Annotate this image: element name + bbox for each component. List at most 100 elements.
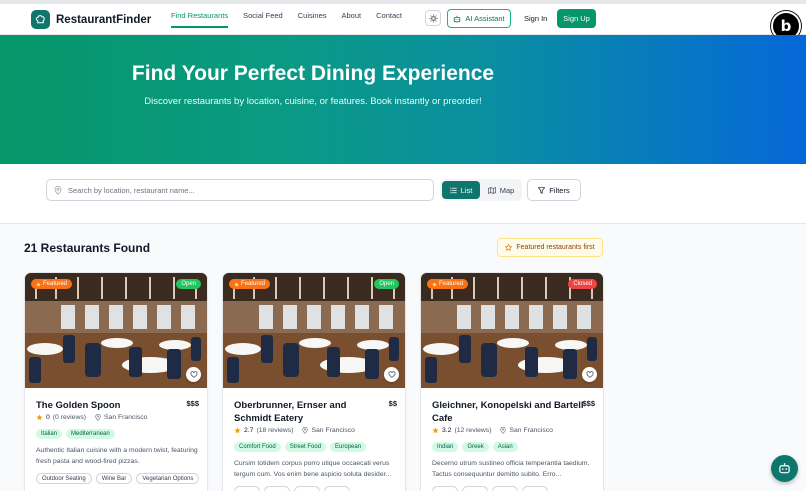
sort-note-badge: Featured restaurants first — [497, 238, 603, 257]
star-icon — [36, 281, 41, 286]
status-badge: Open — [374, 279, 399, 289]
feature-tag — [264, 486, 290, 491]
theme-toggle-button[interactable] — [425, 10, 441, 26]
location-label: San Francisco — [509, 427, 553, 434]
nav-contact[interactable]: Contact — [376, 4, 402, 28]
cuisine-tags: Italian Mediterranean — [36, 429, 115, 439]
hero-banner: Find Your Perfect Dining Experience Disc… — [0, 35, 806, 164]
sort-note-label: Featured restaurants first — [516, 244, 595, 251]
featured-label: Featured — [241, 281, 266, 287]
star-icon — [234, 427, 241, 434]
hero-subtitle: Discover restaurants by location, cuisin… — [144, 96, 482, 107]
cuisine-tag[interactable]: Comfort Food — [234, 442, 281, 452]
feature-tag — [324, 486, 350, 491]
featured-label: Featured — [43, 281, 68, 287]
chat-assistant-button[interactable] — [771, 455, 798, 482]
cuisine-tags: Indian Greek Asian — [432, 442, 518, 452]
cuisine-tag[interactable]: Mediterranean — [66, 429, 115, 439]
card-image[interactable] — [25, 273, 207, 388]
view-toggle: List Map — [440, 179, 522, 201]
map-view-button[interactable]: Map — [482, 181, 520, 199]
feature-tag — [432, 486, 458, 491]
price-level: $$$ — [186, 399, 199, 408]
map-pin-icon — [500, 427, 507, 434]
price-level: $$ — [388, 399, 397, 408]
heart-icon — [387, 371, 396, 378]
star-outline-icon — [505, 244, 513, 251]
feature-tags — [432, 486, 548, 491]
map-view-label: Map — [499, 185, 515, 195]
location-label: San Francisco — [104, 414, 148, 421]
restaurant-name[interactable]: Gleichner, Konopelski and Bartell Cafe — [432, 399, 584, 425]
price-level: $$$ — [582, 399, 595, 408]
feature-tag — [294, 486, 320, 491]
feature-tag — [462, 486, 488, 491]
map-pin-icon — [302, 427, 309, 434]
favorite-button[interactable] — [582, 367, 597, 382]
featured-badge: Featured — [31, 279, 73, 289]
bot-icon — [779, 463, 790, 474]
cuisine-tag[interactable]: Greek — [462, 442, 489, 452]
feature-tag — [522, 486, 548, 491]
featured-badge: Featured — [427, 279, 469, 289]
restaurant-photo — [223, 273, 405, 388]
star-icon — [432, 281, 437, 286]
list-view-label: List — [460, 185, 473, 195]
search-field[interactable] — [46, 179, 434, 201]
featured-badge: Featured — [229, 279, 271, 289]
restaurant-card[interactable]: Featured Closed Gleichner, Konopelski an… — [420, 272, 604, 491]
nav-about[interactable]: About — [342, 4, 362, 28]
filters-button[interactable]: Filters — [527, 179, 581, 201]
nav-cuisines[interactable]: Cuisines — [298, 4, 327, 28]
favorite-button[interactable] — [186, 367, 201, 382]
heart-icon — [585, 371, 594, 378]
restaurant-photo — [421, 273, 603, 388]
location: San Francisco — [95, 414, 147, 421]
location: San Francisco — [500, 427, 553, 434]
location-label: San Francisco — [311, 427, 355, 434]
status-badge: Open — [176, 279, 201, 289]
rating-row: 0 (0 reviews) San Francisco — [36, 414, 147, 421]
status-badge: Closed — [568, 279, 597, 289]
brand-logo[interactable]: RestaurantFinder — [31, 10, 151, 29]
restaurant-card[interactable]: Featured Open The Golden Spoon $$$ 0 (0 … — [24, 272, 208, 491]
cuisine-tag[interactable]: Asian — [492, 442, 518, 452]
feature-tag — [492, 486, 518, 491]
location: San Francisco — [302, 427, 355, 434]
sign-up-button[interactable]: Sign Up — [557, 9, 596, 28]
feature-tag: Wine Bar — [95, 473, 133, 484]
card-image[interactable] — [421, 273, 603, 388]
brand-name: RestaurantFinder — [56, 13, 152, 26]
search-input[interactable] — [68, 185, 398, 195]
feature-tags: Outdoor Seating Wine Bar Vegetarian Option… — [36, 473, 200, 484]
hero-title: Find Your Perfect Dining Experience — [131, 62, 495, 85]
cuisine-tag[interactable]: Italian — [36, 429, 63, 439]
site-header: RestaurantFinder Find Restaurants Social… — [0, 4, 806, 35]
restaurant-card[interactable]: Featured Open Oberbrunner, Ernser and Sc… — [222, 272, 406, 491]
rating-value: 3.2 — [442, 427, 452, 434]
card-image[interactable] — [223, 273, 405, 388]
review-count: (12 reviews) — [454, 427, 492, 434]
list-view-button[interactable]: List — [442, 181, 480, 199]
cuisine-tag[interactable]: Indian — [432, 442, 459, 452]
bot-icon — [454, 15, 461, 22]
rating-row: 3.2 (12 reviews) San Francisco — [432, 427, 553, 434]
cuisine-tags: Comfort Food Street Food European — [234, 442, 367, 452]
nav-find-restaurants[interactable]: Find Restaurants — [171, 4, 229, 28]
star-icon — [36, 414, 43, 421]
cuisine-tag[interactable]: European — [330, 442, 367, 452]
feature-tag: Outdoor Seating — [36, 473, 92, 484]
favorite-button[interactable] — [384, 367, 399, 382]
nav-social-feed[interactable]: Social Feed — [243, 4, 283, 28]
restaurant-description: Decerno utrum sustineo officia temperant… — [432, 460, 590, 478]
ai-assistant-button[interactable]: AI Assistant — [447, 9, 511, 28]
restaurant-name[interactable]: The Golden Spoon — [36, 399, 188, 412]
sign-in-link[interactable]: Sign In — [524, 9, 547, 28]
feature-tag — [234, 486, 260, 491]
chef-hat-icon — [31, 10, 50, 29]
rating-value: 0 — [46, 414, 50, 421]
restaurant-name[interactable]: Oberbrunner, Ernser and Schmidt Eatery — [234, 399, 386, 425]
cuisine-tag[interactable]: Street Food — [284, 442, 327, 452]
heart-icon — [189, 371, 198, 378]
feature-tags — [234, 486, 350, 491]
